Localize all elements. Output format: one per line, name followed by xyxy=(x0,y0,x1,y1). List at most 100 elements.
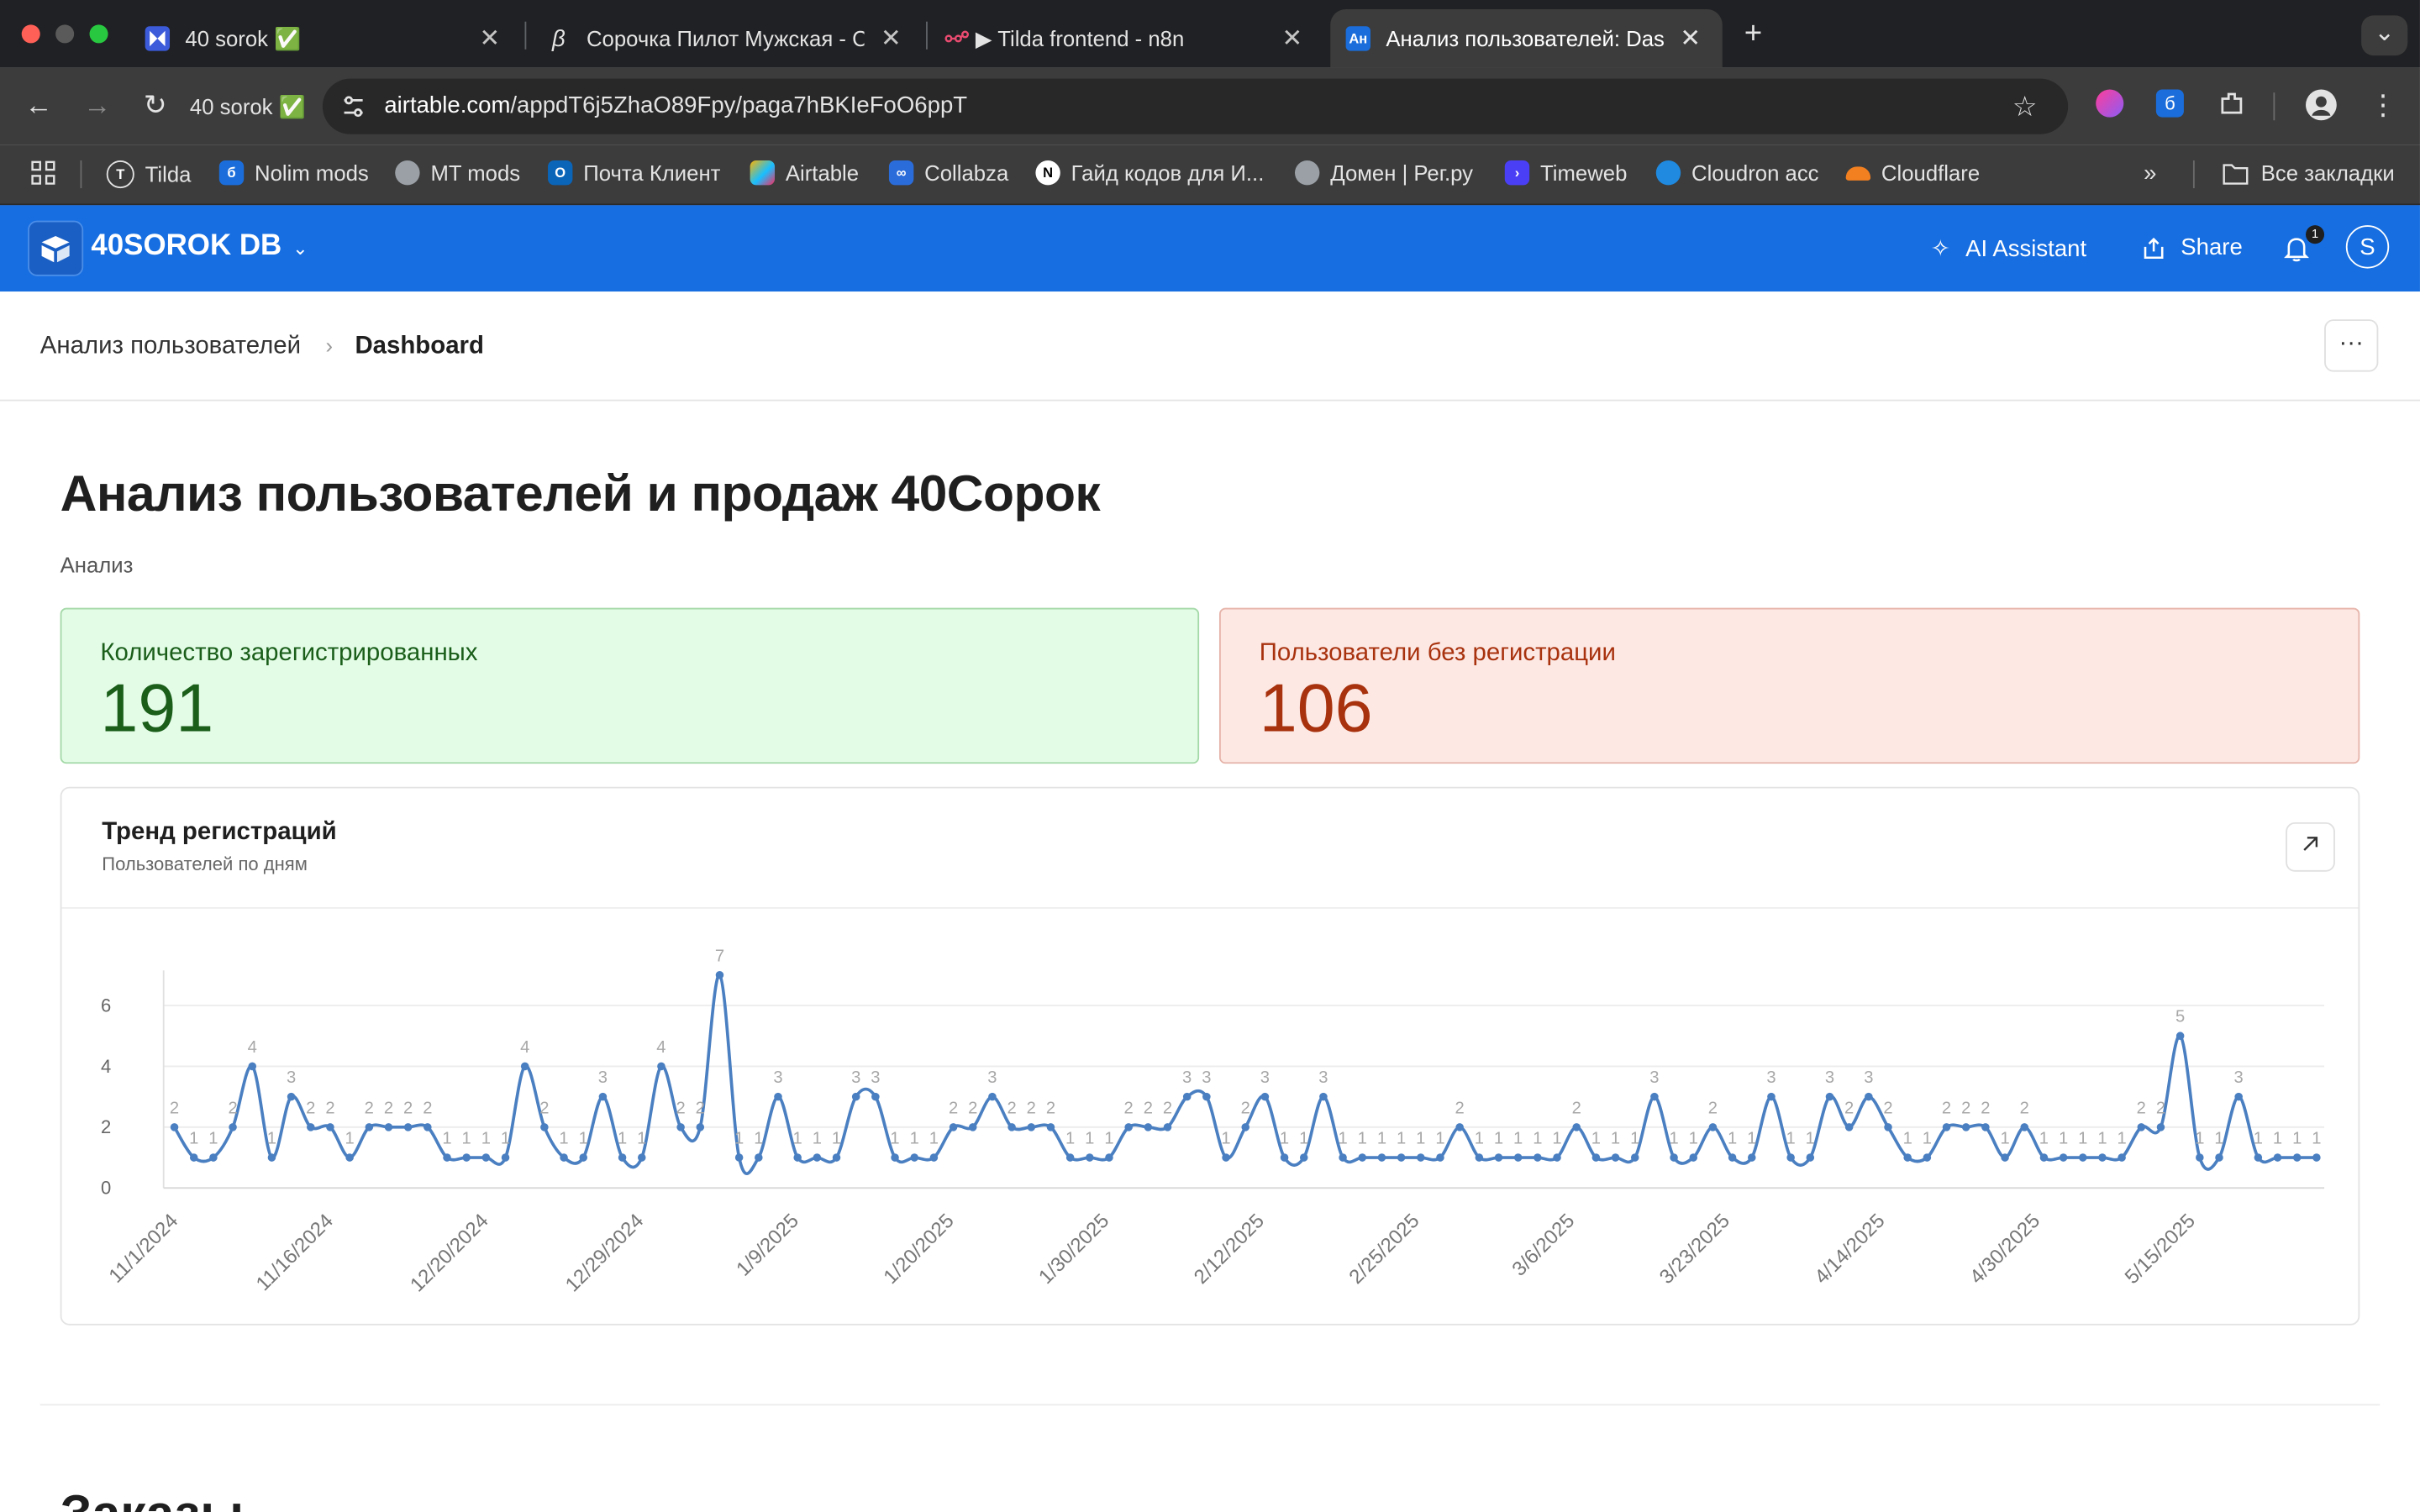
browser-menu-kebab-icon[interactable]: ⋮ xyxy=(2367,90,2398,121)
back-arrow-icon[interactable]: ← xyxy=(24,90,52,123)
site-settings-icon[interactable] xyxy=(341,94,366,118)
bookmark-gaid[interactable]: N Гайд кодов для И... xyxy=(1035,160,1264,186)
bookmark-timeweb[interactable]: › Timeweb xyxy=(1504,160,1627,186)
data-label: 1 xyxy=(462,1130,471,1148)
data-point xyxy=(1865,1092,1873,1101)
all-bookmarks[interactable]: Все закладки xyxy=(2223,160,2395,185)
browser-tab-2[interactable]: β Сорочка Пилот Мужская - С ✕ xyxy=(531,9,923,68)
data-point xyxy=(1027,1123,1036,1131)
data-label: 1 xyxy=(559,1130,568,1148)
tab-close-icon[interactable]: ✕ xyxy=(1282,24,1303,55)
ai-assistant-button[interactable]: ✧ AI Assistant xyxy=(1931,234,2086,262)
chevron-down-icon: ⌄ xyxy=(292,237,308,260)
x-tick-label: 2/12/2025 xyxy=(1190,1210,1269,1289)
maximize-window-button[interactable] xyxy=(89,24,108,44)
data-label: 1 xyxy=(2292,1130,2302,1148)
data-label: 1 xyxy=(2312,1130,2321,1148)
data-point xyxy=(1086,1153,1094,1162)
data-label: 1 xyxy=(1377,1130,1386,1148)
y-tick-label: 6 xyxy=(101,995,111,1016)
apps-grid-icon[interactable] xyxy=(31,160,55,185)
data-point xyxy=(1202,1092,1211,1101)
base-name[interactable]: 40SOROK DB ⌄ xyxy=(91,230,308,264)
airtable-icon xyxy=(750,160,776,186)
x-tick-label: 4/30/2025 xyxy=(1965,1210,2044,1289)
minimize-window-button[interactable] xyxy=(55,24,75,44)
profile-avatar-icon[interactable] xyxy=(2306,89,2337,121)
bookmark-cloudflare[interactable]: Cloudflare xyxy=(1845,160,1980,185)
line-chart: 024621 124132 212 2 2 21 1 1 1421 131 142 271 131 1 13… xyxy=(101,947,2325,1297)
ai-assistant-label: AI Assistant xyxy=(1965,235,2087,262)
bookmark-label: Tilda xyxy=(145,161,192,187)
bookmark-collabza[interactable]: ∞ Collabza xyxy=(888,160,1008,186)
data-point xyxy=(248,1062,257,1071)
extension-b-icon[interactable]: б xyxy=(2155,89,2184,118)
notification-badge: 1 xyxy=(2306,225,2325,244)
vpn-extension-icon[interactable] xyxy=(2096,89,2124,118)
forward-arrow-icon[interactable]: → xyxy=(83,90,111,123)
registered-users-card[interactable]: Количество зарегистрированных 191 xyxy=(60,607,1200,764)
breadcrumb-parent[interactable]: Анализ пользователей xyxy=(40,333,301,361)
data-point xyxy=(1144,1123,1153,1131)
expand-chart-button[interactable] xyxy=(2286,822,2335,872)
bookmark-star-icon[interactable]: ☆ xyxy=(2009,91,2040,122)
browser-tab-active[interactable]: Ан Анализ пользователей: Dash ✕ xyxy=(1330,9,1723,68)
data-point xyxy=(734,1153,744,1162)
data-point xyxy=(462,1153,471,1162)
bookmark-domain[interactable]: Домен | Рег.ру xyxy=(1294,160,1473,186)
extensions-puzzle-icon[interactable] xyxy=(2217,90,2248,121)
notifications-button[interactable]: 1 xyxy=(2284,225,2325,262)
tab-search-chevron-icon[interactable]: ⌄ xyxy=(2361,15,2408,56)
browser-tab-3[interactable]: ▶ Tilda frontend - n8n ✕ xyxy=(932,9,1324,68)
data-point xyxy=(579,1153,588,1162)
new-tab-plus-icon[interactable]: + xyxy=(1738,18,1769,50)
user-avatar[interactable]: S xyxy=(2345,225,2390,269)
data-label: 2 xyxy=(170,1099,179,1117)
share-button[interactable]: Share xyxy=(2142,234,2243,260)
data-point xyxy=(696,1123,705,1131)
data-label: 1 xyxy=(754,1130,763,1148)
tab-close-icon[interactable]: ✕ xyxy=(479,24,500,55)
data-label: 1 xyxy=(1280,1130,1289,1148)
section-divider xyxy=(39,1404,2381,1406)
unregistered-users-card[interactable]: Пользователи без регистрации 106 xyxy=(1218,607,2360,764)
data-point xyxy=(1708,1123,1718,1131)
data-label: 2 xyxy=(2137,1099,2146,1117)
address-bar[interactable]: airtable.com/appdT6j5ZhaO89Fpy/paga7hBKI… xyxy=(322,78,2069,134)
data-point xyxy=(1436,1153,1444,1162)
data-point xyxy=(2059,1153,2068,1162)
bookmark-mt-mods[interactable]: MT mods xyxy=(395,160,520,186)
data-label: 1 xyxy=(1475,1130,1484,1148)
reload-icon[interactable]: ↻ xyxy=(144,90,167,123)
data-point xyxy=(1825,1092,1834,1101)
screen: 40 sorok ✅ ✕ β Сорочка Пилот Мужская - С… xyxy=(0,0,2420,1512)
bookmark-pochta[interactable]: O Почта Клиент xyxy=(548,160,720,186)
x-tick-label: 12/20/2024 xyxy=(406,1210,493,1297)
browser-tab-1[interactable]: 40 sorok ✅ ✕ xyxy=(129,9,522,68)
sparkle-icon: ✧ xyxy=(1930,236,1950,263)
more-options-button[interactable]: ··· xyxy=(2324,319,2379,372)
bookmark-airtable[interactable]: Airtable xyxy=(750,160,859,186)
data-point xyxy=(267,1153,276,1162)
airtable-logo-icon[interactable] xyxy=(28,220,84,276)
breadcrumb: Анализ пользователей › Dashboard ··· xyxy=(0,291,2420,402)
data-point xyxy=(2020,1123,2029,1131)
bookmark-cloudron[interactable]: Cloudron acc xyxy=(1655,160,1819,186)
data-label: 1 xyxy=(1494,1130,1503,1148)
data-label: 1 xyxy=(208,1130,218,1148)
tab-separator xyxy=(524,21,527,50)
data-label: 3 xyxy=(1202,1068,1211,1087)
x-tick-label: 1/9/2025 xyxy=(732,1210,803,1281)
data-point xyxy=(657,1062,666,1071)
tab-title: Анализ пользователей: Dash xyxy=(1386,26,1664,51)
data-label: 2 xyxy=(1163,1099,1172,1117)
bookmark-tilda[interactable]: T Tilda xyxy=(106,160,192,189)
more-bookmarks-chevron-icon[interactable]: » xyxy=(2144,160,2156,186)
bookmark-nolim-mods[interactable]: б Nolim mods xyxy=(218,160,369,186)
page-description: Анализ xyxy=(60,552,134,577)
close-window-button[interactable] xyxy=(21,24,40,44)
data-label: 1 xyxy=(1728,1130,1737,1148)
tab-close-icon[interactable]: ✕ xyxy=(1680,24,1701,55)
tab-close-icon[interactable]: ✕ xyxy=(881,24,902,55)
profile-chip[interactable]: 40 sorok ✅ xyxy=(190,94,306,120)
